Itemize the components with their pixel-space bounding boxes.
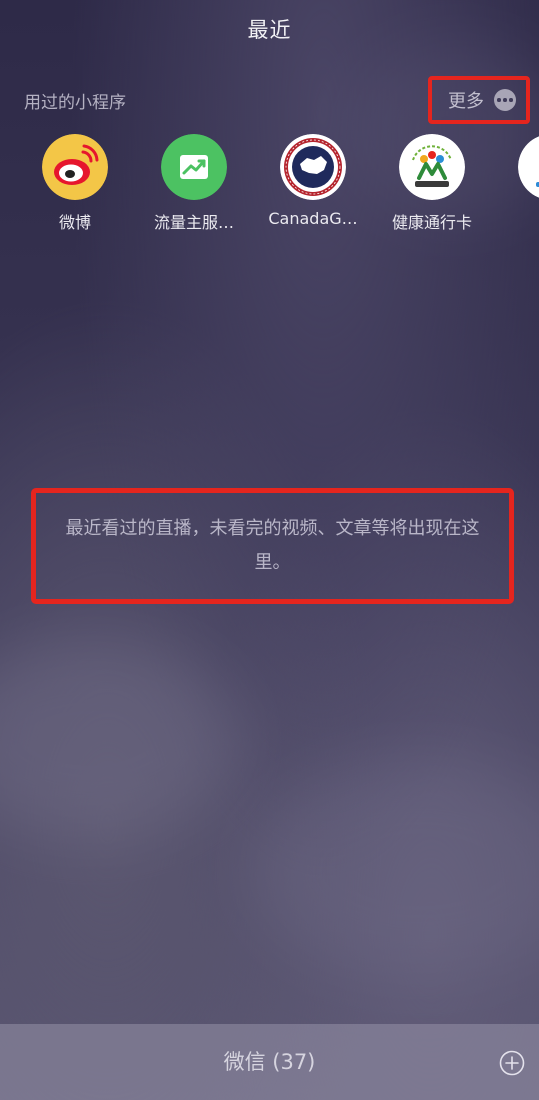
more-button[interactable]: 更多	[428, 76, 530, 124]
mini-program-health-pass[interactable]: 健康通行卡	[377, 134, 487, 234]
mini-program-guangdong[interactable]: 粤	[496, 134, 539, 234]
bottom-bar[interactable]: 微信 (37)	[0, 1024, 539, 1100]
page-title: 最近	[247, 18, 292, 42]
plus-circle-icon[interactable]	[499, 1050, 525, 1076]
mini-program-traffic[interactable]: 流量主服…	[139, 134, 249, 234]
more-dots-icon	[494, 89, 516, 111]
guangdong-icon	[518, 134, 539, 200]
trend-chart-icon	[161, 134, 227, 200]
mini-program-label: 微博	[58, 213, 91, 232]
mini-program-label: 健康通行卡	[391, 213, 472, 232]
mini-programs-header: 用过的小程序 更多	[0, 76, 539, 124]
mini-program-label: CanadaG…	[268, 209, 358, 228]
mini-program-weibo[interactable]: 微博	[20, 134, 130, 234]
mini-program-label: 粤	[496, 209, 539, 233]
empty-state-text: 最近看过的直播，未看完的视频、文章等将出现在这里。	[65, 518, 480, 573]
wechat-chats-label: 微信 (37)	[223, 1050, 316, 1074]
section-title: 用过的小程序	[24, 93, 126, 113]
weibo-icon	[42, 134, 108, 200]
healthy-shandong-icon	[399, 134, 465, 200]
more-label: 更多	[448, 91, 484, 112]
header: 最近	[0, 0, 539, 58]
recent-content-empty-state: 最近看过的直播，未看完的视频、文章等将出现在这里。	[31, 488, 514, 604]
mini-program-label: 流量主服…	[153, 213, 234, 232]
canada-goose-icon	[280, 134, 346, 200]
mini-program-canada-goose[interactable]: CanadaG…	[258, 134, 368, 234]
mini-program-list: 微博 流量主服… CanadaG… 健康通行卡	[0, 134, 539, 244]
